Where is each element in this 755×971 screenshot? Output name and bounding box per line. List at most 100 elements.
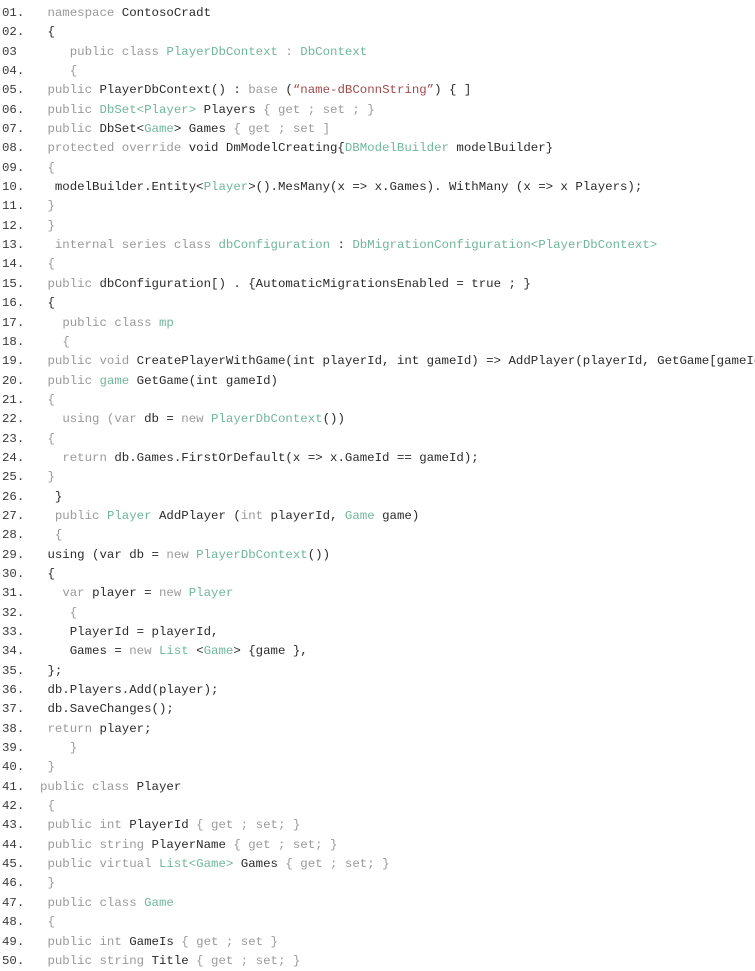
code-line: 47. public class Game [2, 894, 755, 913]
type-token: Player [188, 586, 234, 601]
code-line: 05. public PlayerDbContext() : base (“na… [2, 81, 755, 100]
code-line: 12. } [2, 217, 755, 236]
keyword-token: { [47, 257, 55, 272]
code-token: < [188, 644, 204, 659]
keyword-token: { get ; set; } [233, 837, 338, 852]
keyword-token: public string [47, 837, 152, 852]
line-number: 02. [2, 25, 25, 40]
type-token: game [99, 373, 130, 388]
line-number: 34. [2, 644, 25, 659]
code-token: } [54, 489, 63, 504]
code-line: 33. PlayerId = playerId, [2, 623, 755, 642]
keyword-token: } [47, 760, 55, 775]
line-number: 01. [2, 6, 25, 20]
code-token: db.SaveChanges(); [47, 702, 174, 717]
keyword-token: } [47, 199, 55, 214]
type-token: Game [144, 895, 174, 910]
code-token: Games [233, 857, 286, 872]
type-token: mp [158, 315, 174, 330]
keyword-token: new [129, 644, 159, 659]
code-line: 50. public string Title { get ; set; } [2, 952, 755, 971]
code-line: 24. return db.Games.FirstOrDefault(x => … [2, 449, 755, 468]
code-line: 45. public virtual List<Game> Games { ge… [2, 855, 755, 874]
keyword-token: var [62, 586, 93, 601]
line-number: 12. [2, 218, 25, 233]
code-token: modelBuilder.Entity< [54, 180, 204, 195]
line-number: 16. [2, 296, 25, 311]
line-number: 22. [2, 412, 25, 427]
code-line: 03 public class PlayerDbContext : DbCont… [2, 43, 755, 62]
line-number: 47. [2, 895, 25, 910]
type-token: List [159, 644, 189, 659]
code-line: 14. { [2, 255, 755, 274]
keyword-token: new [158, 586, 189, 601]
code-line: 16. { [2, 294, 755, 313]
keyword-token: public class [47, 895, 145, 910]
keyword-token: { [47, 431, 55, 446]
code-token: GameIs [129, 934, 182, 949]
type-token: Player [106, 508, 152, 523]
code-token: Games = [69, 644, 130, 659]
keyword-token: namespace [47, 6, 122, 20]
code-line: 43. public int PlayerId { get ; set; } [2, 816, 755, 835]
keyword-token: { get ; set ; } [263, 102, 375, 117]
keyword-token: new [181, 412, 212, 427]
keyword-token: int [240, 508, 271, 523]
type-token: DBModelBuilder [344, 141, 449, 156]
keyword-token: protected override [47, 141, 189, 156]
keyword-token: { [47, 799, 55, 814]
code-line: 27. public Player AddPlayer (int playerI… [2, 507, 755, 526]
line-number: 07. [2, 122, 25, 137]
keyword-token: { [54, 528, 63, 543]
line-number: 19. [2, 354, 25, 369]
line-number: 04. [2, 64, 25, 79]
keyword-token: { [69, 64, 78, 79]
code-line: 44. public string PlayerName { get ; set… [2, 836, 755, 855]
keyword-token: public int [47, 934, 130, 949]
keyword-token: public virtual [47, 857, 159, 872]
code-token: Players [196, 102, 264, 117]
code-token: player = [92, 586, 159, 601]
code-token: : [330, 238, 353, 253]
keyword-token: public void [47, 354, 137, 369]
line-number: 30. [2, 566, 25, 581]
line-number: 25. [2, 470, 25, 485]
keyword-token: { get ; set; } [196, 953, 301, 968]
code-line: 08. protected override void DmModelCreat… [2, 139, 755, 158]
code-line: 02. { [2, 23, 755, 42]
code-token: playerId, [270, 508, 345, 523]
code-token: PlayerDbContext() : [99, 83, 249, 98]
type-token: DbContext [300, 44, 368, 59]
keyword-token: return [47, 721, 100, 736]
keyword-token: } [47, 218, 55, 233]
code-line: 26. } [2, 488, 755, 507]
type-token: dbConfiguration [218, 238, 331, 253]
line-number: 06. [2, 102, 25, 117]
line-number: 37. [2, 702, 25, 717]
line-number: 21. [2, 392, 25, 407]
keyword-token: : [277, 44, 301, 59]
keyword-token: { get ; set } [181, 934, 278, 949]
code-token: > {game }, [233, 644, 308, 659]
code-token: ) { ] [434, 83, 472, 98]
code-token: CreatePlayerWithGame(int playerId, int g… [136, 354, 755, 369]
keyword-token: return [62, 450, 115, 465]
code-token: dbConfiguration[) . {AutomaticMigrations… [99, 276, 531, 291]
line-number: 26. [2, 489, 25, 504]
code-line: 19. public void CreatePlayerWithGame(int… [2, 352, 755, 371]
line-number: 48. [2, 915, 25, 930]
keyword-token: { [69, 605, 78, 620]
code-token: >().MesMany(x => x.Games). WithMany (x =… [248, 180, 643, 195]
code-token: AddPlayer ( [151, 508, 241, 523]
code-token: { [47, 296, 55, 311]
code-line: 25. } [2, 468, 755, 487]
